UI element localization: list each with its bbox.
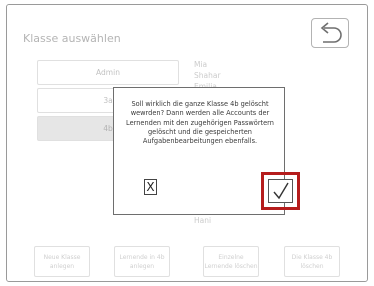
confirm-delete-dialog: Soll wirklich die ganze Klasse 4b gelösc…: [113, 87, 285, 215]
confirm-highlight-frame: [261, 172, 300, 210]
cancel-button[interactable]: X: [144, 179, 157, 195]
checkmark-icon: [273, 182, 289, 200]
app-screen: Klasse auswählen Admin 3a 4b Mia Shahar …: [6, 4, 368, 282]
confirm-button[interactable]: [268, 179, 293, 203]
dialog-message: Soll wirklich die ganze Klasse 4b gelösc…: [126, 100, 274, 146]
